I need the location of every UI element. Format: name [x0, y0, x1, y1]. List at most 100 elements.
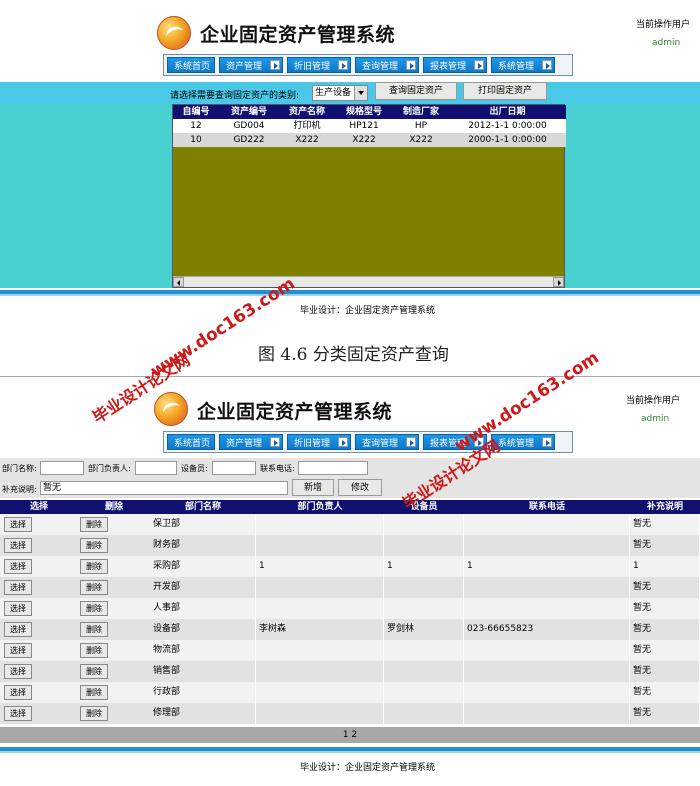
cell-phone	[464, 703, 630, 724]
menu-item-depreciation[interactable]: 折旧管理	[287, 57, 351, 73]
cell: 打印机	[293, 121, 321, 131]
table-row[interactable]: 选择 删除 销售部 暂无	[0, 661, 700, 682]
arrow-right-icon	[338, 60, 348, 70]
select-button[interactable]: 选择	[4, 643, 32, 658]
footer-bar	[0, 290, 700, 296]
figure-caption: 图 4.6 分类固定资产查询	[258, 345, 449, 365]
department-grid-header: 选择 删除 部门名称 部门负责人 设备员 联系电话 补充说明	[0, 500, 700, 514]
select-button[interactable]: 选择	[4, 706, 32, 721]
scroll-right-icon[interactable]	[553, 277, 564, 287]
cell-note: 暂无	[630, 619, 700, 640]
menu-label: 折旧管理	[294, 61, 331, 72]
table-row[interactable]: 选择 删除 开发部 暂无	[0, 577, 700, 598]
delete-button[interactable]: 删除	[80, 580, 108, 595]
cell-equip	[384, 577, 464, 598]
cell-head: 1	[256, 556, 384, 577]
pager[interactable]: 1 2	[0, 727, 700, 743]
delete-button[interactable]: 删除	[80, 643, 108, 658]
cell-name: 采购部	[150, 556, 256, 577]
logo-icon	[157, 16, 191, 50]
arrow-right-icon	[474, 60, 484, 70]
cell-phone	[464, 535, 630, 556]
cell-note: 暂无	[630, 682, 700, 703]
delete-button[interactable]: 删除	[80, 538, 108, 553]
menu-item-assets[interactable]: 资产管理	[219, 57, 283, 73]
table-row[interactable]: 选择 删除 财务部 暂无	[0, 535, 700, 556]
cell-phone: 1	[464, 556, 630, 577]
delete-button[interactable]: 删除	[80, 559, 108, 574]
delete-button[interactable]: 删除	[80, 685, 108, 700]
dept-name-input[interactable]	[40, 461, 84, 475]
dept-name-label: 部门名称:	[2, 464, 37, 473]
dept-head-input[interactable]	[135, 461, 177, 475]
main-menu: 系统首页 资产管理 折旧管理 查询管理 报表管理 系统管理	[163, 431, 573, 453]
select-button[interactable]: 选择	[4, 580, 32, 595]
select-button[interactable]: 选择	[4, 559, 32, 574]
cell-note: 暂无	[630, 661, 700, 682]
menu-label: 报表管理	[430, 61, 467, 72]
menu-item-assets[interactable]: 资产管理	[219, 434, 283, 450]
table-row[interactable]: 12 GD004 打印机 HP121 HP 2012-1-1 0:00:00	[173, 119, 566, 133]
select-button[interactable]: 选择	[4, 664, 32, 679]
equip-officer-input[interactable]	[212, 461, 256, 475]
add-button[interactable]: 新增	[292, 479, 334, 496]
select-button[interactable]: 选择	[4, 622, 32, 637]
select-button[interactable]: 选择	[4, 601, 32, 616]
cell-phone	[464, 577, 630, 598]
menu-item-depreciation[interactable]: 折旧管理	[287, 434, 351, 450]
table-row[interactable]: 选择 删除 设备部 李树森 罗剑林 023-66655823 暂无	[0, 619, 700, 640]
menu-label: 资产管理	[226, 438, 263, 449]
menu-item-reports[interactable]: 报表管理	[423, 57, 487, 73]
select-button[interactable]: 选择	[4, 538, 32, 553]
menu-item-home[interactable]: 系统首页	[167, 434, 215, 450]
cell-name: 财务部	[150, 535, 256, 556]
menu-item-query[interactable]: 查询管理	[355, 57, 419, 73]
cell-head	[256, 598, 384, 619]
select-button[interactable]: 选择	[4, 517, 32, 532]
delete-button[interactable]: 删除	[80, 622, 108, 637]
asset-grid-header: 自编号 资产编号 资产名称 规格型号 制造厂家 出厂日期	[173, 105, 566, 119]
menu-item-query[interactable]: 查询管理	[355, 434, 419, 450]
col-header: 出厂日期	[489, 107, 526, 117]
table-row[interactable]: 选择 删除 保卫部 暂无	[0, 514, 700, 535]
table-row[interactable]: 选择 删除 人事部 暂无	[0, 598, 700, 619]
horizontal-scrollbar[interactable]	[173, 276, 564, 287]
arrow-right-icon	[338, 437, 348, 447]
edit-button[interactable]: 修改	[338, 479, 382, 496]
menu-item-home[interactable]: 系统首页	[167, 57, 215, 73]
table-row[interactable]: 选择 删除 采购部 1 1 1 1	[0, 556, 700, 577]
table-row[interactable]: 选择 删除 物流部 暂无	[0, 640, 700, 661]
menu-item-system[interactable]: 系统管理	[491, 57, 555, 73]
col-header: 资产编号	[230, 107, 267, 117]
cell-head	[256, 661, 384, 682]
chevron-down-icon	[354, 86, 367, 100]
phone-input[interactable]	[298, 461, 368, 475]
print-assets-button[interactable]: 打印固定资产	[463, 82, 547, 100]
delete-button[interactable]: 删除	[80, 706, 108, 721]
category-prompt: 请选择需要查询固定资产的类别:	[170, 91, 300, 101]
col-header: 制造厂家	[402, 107, 439, 117]
cell-name: 物流部	[150, 640, 256, 661]
delete-button[interactable]: 删除	[80, 601, 108, 616]
cell-equip	[384, 661, 464, 682]
arrow-right-icon	[406, 60, 416, 70]
delete-button[interactable]: 删除	[80, 517, 108, 532]
note-input[interactable]: 暂无	[40, 481, 288, 495]
table-row[interactable]: 选择 删除 行政部 暂无	[0, 682, 700, 703]
table-row[interactable]: 选择 删除 修理部 暂无	[0, 703, 700, 724]
select-button[interactable]: 选择	[4, 685, 32, 700]
scroll-left-icon[interactable]	[173, 277, 184, 287]
logo-icon	[154, 392, 188, 426]
note-label: 补充说明:	[2, 485, 37, 494]
category-select[interactable]: 生产设备	[312, 85, 368, 101]
delete-button[interactable]: 删除	[80, 664, 108, 679]
cell-equip	[384, 535, 464, 556]
current-user-name: admin	[641, 414, 670, 424]
cell: 10	[190, 135, 202, 145]
cell-note: 1	[630, 556, 700, 577]
cell-note: 暂无	[630, 514, 700, 535]
cell-name: 设备部	[150, 619, 256, 640]
cell-phone	[464, 598, 630, 619]
query-assets-button[interactable]: 查询固定资产	[375, 82, 457, 100]
table-row[interactable]: 10 GD222 X222 X222 X222 2000-1-1 0:00:00	[173, 133, 566, 147]
